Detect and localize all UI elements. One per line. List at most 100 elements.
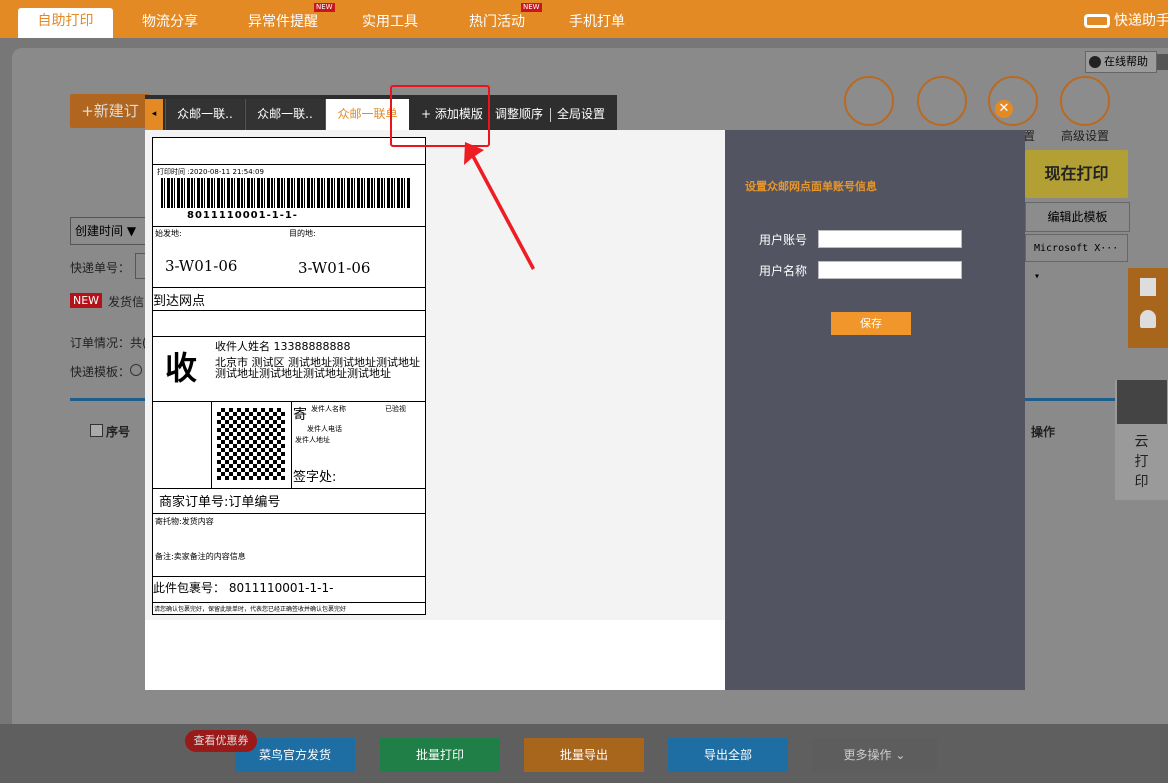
receiver-settings-icon[interactable]: [988, 76, 1038, 126]
nav-tab-exception-alert[interactable]: 异常件提醒 NEW: [228, 3, 338, 38]
sign-area: 签字处:: [293, 470, 337, 485]
nav-tab-label: 实用工具: [362, 14, 418, 30]
template-radio[interactable]: [130, 364, 142, 376]
printer-select[interactable]: Microsoft X··· ▾: [1025, 234, 1128, 282]
divider: [550, 108, 551, 122]
cloud-print-label: 云打印: [1115, 432, 1168, 492]
label-package-row: 此件包裹号： 8011110001-1-1-: [153, 577, 425, 603]
panel-title: 设置众邮网点面单账号信息: [745, 180, 877, 193]
cloud-print-char: 云: [1134, 434, 1149, 450]
receiver-address: 北京市 测试区 测试地址测试地址测试地址测试地址测试地址测试地址测试地址: [215, 356, 420, 380]
receiver-mark: 收: [165, 349, 198, 387]
adjust-order-label: 调整顺序: [495, 107, 544, 121]
checked-mark: 已验视: [385, 405, 406, 413]
user-name-input[interactable]: [818, 261, 962, 279]
template-tab-1[interactable]: 众邮一联..: [165, 99, 244, 130]
nav-tab-self-print[interactable]: 自助打印: [18, 8, 113, 38]
sender-settings-icon[interactable]: [917, 76, 967, 126]
export-all-label: 导出全部: [703, 748, 752, 762]
batch-export-button[interactable]: 批量导出: [524, 738, 644, 772]
printer-select-label: Microsoft X···: [1034, 243, 1119, 254]
cloud-print-char: 印: [1134, 474, 1149, 490]
sender-phone: 发件人电话: [307, 425, 342, 433]
new-order-button[interactable]: +新建订: [70, 94, 150, 128]
order-status-label: 订单情况：共(: [70, 336, 147, 350]
goods-content: 寄托物:发货内容: [155, 517, 214, 526]
brand-icon: [1084, 14, 1110, 28]
label-footer: 请您确认包裹完好，保留此联单时，代表您已经正确签收并确认包裹完好: [154, 606, 347, 613]
qq-icon: [1089, 56, 1101, 68]
divider: [291, 402, 292, 488]
origin-code: 3-W01-06: [165, 257, 238, 275]
close-icon[interactable]: ✕: [995, 100, 1013, 118]
edit-template-button[interactable]: 编辑此模板: [1025, 202, 1130, 232]
annotation-arrow-icon: [464, 142, 535, 270]
printer-settings-icon[interactable]: [844, 76, 894, 126]
brand-logo: 快递助手: [1084, 10, 1168, 30]
edit-icon[interactable]: [1140, 278, 1156, 296]
sender-mark: 寄: [293, 407, 307, 423]
user-name-label: 用户名称: [759, 264, 808, 278]
new-badge: NEW: [70, 293, 103, 308]
sender-address: 发件人地址: [295, 436, 330, 444]
template-tab-2[interactable]: 众邮一联..: [245, 99, 324, 130]
cainiao-ship-label: 菜鸟官方发货: [258, 748, 331, 762]
arrive-station: 到达网点: [153, 294, 206, 309]
more-actions-button[interactable]: 更多操作 ⌄: [812, 738, 937, 772]
receiver-name: 收件人姓名 13388888888: [215, 340, 351, 353]
nav-tab-tools[interactable]: 实用工具: [345, 9, 435, 38]
batch-export-label: 批量导出: [559, 748, 608, 762]
label-header-row: [153, 138, 425, 165]
template-tab-label: 众邮一联..: [257, 107, 313, 121]
label-station-row: 到达网点: [153, 288, 425, 311]
batch-print-label: 批量打印: [415, 748, 464, 762]
seq-header: 序号: [106, 425, 131, 439]
user-account-input[interactable]: [818, 230, 962, 248]
dest-code: 3-W01-06: [298, 259, 371, 277]
scroll-left-icon[interactable]: ◂: [145, 99, 163, 130]
top-nav: 自助打印 物流分享 异常件提醒 NEW 实用工具 热门活动 NEW 手机打单 快递助…: [0, 0, 1168, 38]
cloud-print-button[interactable]: 云打印: [1115, 380, 1168, 500]
printer-icon: [1116, 380, 1167, 424]
coupon-badge[interactable]: 查看优惠券: [185, 730, 257, 752]
save-button[interactable]: 保存: [831, 312, 911, 335]
adjust-order-button[interactable]: 调整顺序: [495, 99, 543, 130]
advanced-settings-label: 高级设置: [1061, 129, 1110, 143]
template-tab-label: 众邮一联单: [337, 107, 398, 121]
barcode-number: 8011110001-1-1-: [187, 210, 298, 221]
nav-tab-activities[interactable]: 热门活动 NEW: [447, 3, 547, 38]
close-icon[interactable]: [1157, 54, 1168, 70]
online-help-button[interactable]: 在线帮助: [1085, 51, 1157, 73]
nav-tab-label: 异常件提醒: [248, 14, 318, 30]
waybill-label: 打印时间 :2020-08-11 21:54:09 8011110001-1-1…: [152, 137, 426, 615]
sender-name: 发件人名称: [311, 405, 346, 413]
express-no-label: 快递单号：: [70, 261, 131, 275]
chat-icon[interactable]: [1140, 310, 1156, 328]
new-badge: NEW: [314, 3, 335, 12]
global-settings-button[interactable]: 全局设置: [557, 99, 605, 130]
export-all-button[interactable]: 导出全部: [668, 738, 788, 772]
online-help-label: 在线帮助: [1104, 55, 1148, 68]
select-all-checkbox[interactable]: [90, 424, 103, 437]
nav-tab-label: 手机打单: [569, 14, 625, 30]
nav-tab-label: 自助打印: [37, 13, 94, 29]
print-now-button[interactable]: 现在打印: [1025, 150, 1128, 198]
save-label: 保存: [860, 317, 882, 330]
advanced-settings-icon[interactable]: [1060, 76, 1110, 126]
table-header-line: [70, 398, 150, 401]
template-tab-label: 众邮一联..: [177, 107, 233, 121]
nav-tab-logistics-share[interactable]: 物流分享: [125, 9, 215, 38]
coupon-label: 查看优惠券: [193, 734, 249, 747]
batch-print-button[interactable]: 批量打印: [380, 738, 500, 772]
nav-tab-label: 热门活动: [469, 14, 525, 30]
label-merchant-row: 商家订单号:订单编号: [153, 489, 425, 514]
merchant-order: 商家订单号:订单编号: [159, 495, 281, 510]
label-receiver-row: 收 收件人姓名 13388888888 北京市 测试区 测试地址测试地址测试地址…: [153, 337, 425, 402]
ship-info-label: 发货信: [108, 295, 145, 309]
nav-tab-mobile-order[interactable]: 手机打单: [552, 9, 642, 38]
create-time-select[interactable]: 创建时间 ▼: [70, 217, 148, 245]
origin-label: 始发地:: [155, 229, 182, 238]
package-number: 此件包裹号： 8011110001-1-1-: [153, 581, 334, 595]
label-sender-row: 寄 发件人名称 已验视 发件人电话 发件人地址 签字处:: [153, 402, 425, 489]
account-settings-panel: 设置众邮网点面单账号信息 用户账号 用户名称 保存: [725, 130, 1025, 690]
